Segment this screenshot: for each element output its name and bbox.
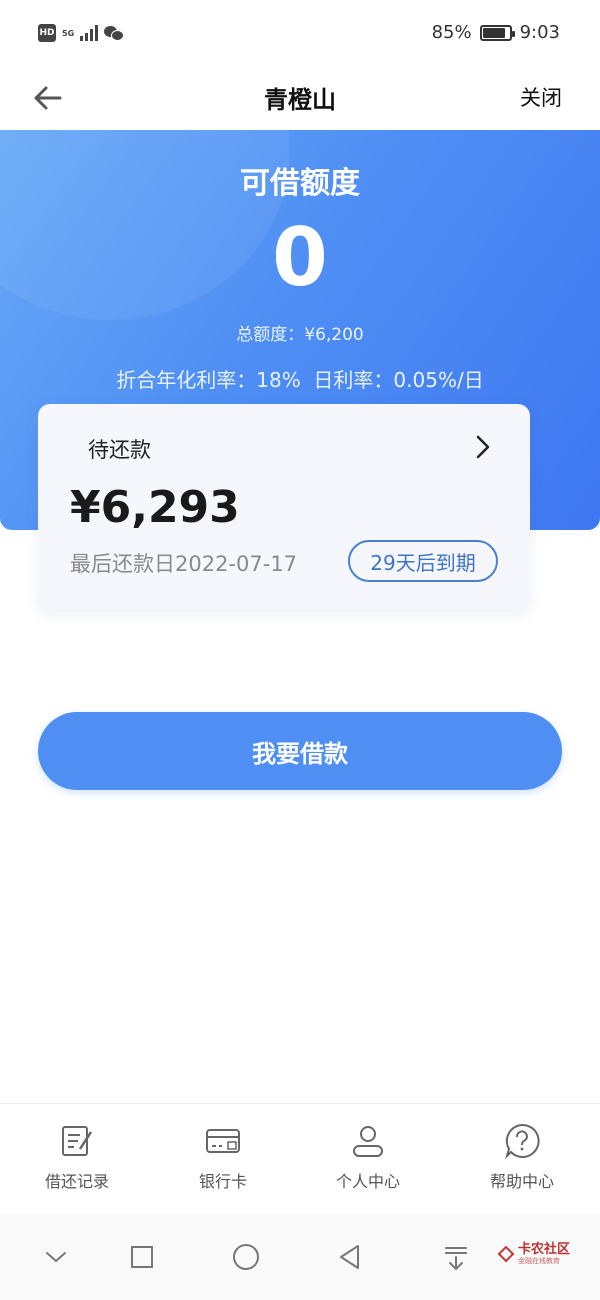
bank-card-icon — [206, 1129, 240, 1153]
help-icon — [504, 1123, 540, 1160]
watermark-text: 卡农社区 — [517, 1242, 570, 1257]
repayment-card[interactable]: 待还款 ¥6,293 最后还款日2022-07-17 29天后到期 — [38, 404, 530, 610]
status-bar: HD 5G 85% 9:03 — [0, 0, 600, 68]
nav-bar: 青橙山 关闭 — [0, 68, 600, 130]
battery-fill — [482, 27, 505, 38]
tab-bank-card[interactable]: 银行卡 — [163, 1122, 283, 1192]
borrow-button[interactable]: 我要借款 — [38, 712, 562, 790]
interest-rates: 折合年化利率：18% 日利率：0.05%/日 — [116, 368, 484, 392]
tab-label: 借还记录 — [44, 1172, 109, 1191]
tab-label: 帮助中心 — [489, 1172, 554, 1191]
close-button[interactable]: 关闭 — [520, 82, 562, 112]
back-triangle-icon[interactable] — [332, 1239, 368, 1275]
due-badge: 29天后到期 — [348, 540, 498, 582]
bottom-tab-bar: 借还记录 银行卡 个人中心 帮助中心 — [0, 1103, 600, 1213]
battery-percent: 85% — [431, 22, 472, 43]
network-label: 5G — [62, 28, 75, 38]
chevron-down-icon[interactable] — [38, 1239, 74, 1275]
watermark: 卡农社区 金融在线教育 — [497, 1243, 570, 1265]
battery-icon — [479, 24, 515, 41]
status-left: HD 5G — [38, 24, 125, 42]
tab-help-center[interactable]: 帮助中心 — [462, 1122, 582, 1192]
watermark-logo-icon — [497, 1245, 515, 1263]
page-title: 青橙山 — [264, 86, 336, 114]
repayment-title: 待还款 — [88, 438, 151, 462]
tab-label: 银行卡 — [198, 1172, 247, 1191]
tab-loan-records[interactable]: 借还记录 — [17, 1122, 137, 1192]
status-right: 85% 9:03 — [432, 22, 560, 43]
wechat-icon — [104, 25, 125, 41]
repayment-amount: ¥6,293 — [70, 482, 240, 533]
watermark-subtext: 金融在线教育 — [517, 1257, 560, 1265]
edit-record-icon — [62, 1126, 93, 1156]
user-icon — [353, 1126, 383, 1157]
due-date: 最后还款日2022-07-17 — [70, 552, 298, 576]
signal-icon — [80, 25, 99, 41]
hd-badge: HD — [38, 24, 56, 42]
clock: 9:03 — [519, 22, 560, 43]
system-nav-bar: 卡农社区 金融在线教育 — [0, 1213, 600, 1300]
recent-apps-icon[interactable] — [124, 1239, 160, 1275]
tab-label: 个人中心 — [335, 1172, 400, 1191]
total-credit: 总额度：¥6,200 — [236, 325, 364, 345]
tab-personal-center[interactable]: 个人中心 — [308, 1122, 428, 1192]
available-credit-amount: 0 — [272, 211, 328, 304]
available-credit-label: 可借额度 — [240, 166, 360, 201]
home-icon[interactable] — [228, 1239, 264, 1275]
notification-pull-icon[interactable] — [438, 1239, 474, 1275]
watermark-text-block: 卡农社区 金融在线教育 — [517, 1242, 570, 1266]
chevron-right-icon[interactable] — [472, 434, 494, 460]
